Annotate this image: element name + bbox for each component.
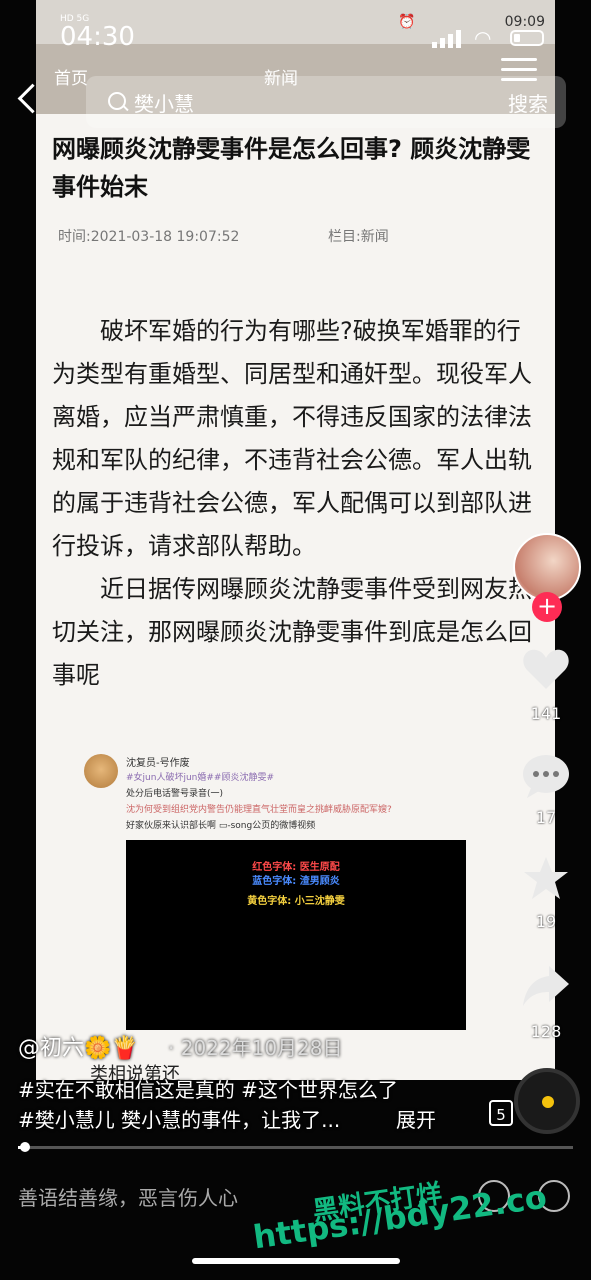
- search-bar[interactable]: 樊小慧 搜索: [86, 76, 566, 128]
- comment-icon[interactable]: [521, 752, 571, 800]
- post-avatar: [84, 754, 118, 788]
- caption-line[interactable]: #樊小慧儿 樊小慧的事件，让我了...: [18, 1104, 340, 1133]
- post-date: · 2022年10月28日: [168, 1036, 343, 1060]
- post-video: 红色字体: 医生原配 蓝色字体: 渣男顾炎 黄色字体: 小三沈静雯: [126, 840, 466, 1030]
- progress-handle[interactable]: [20, 1142, 30, 1152]
- battery-icon: [510, 30, 544, 46]
- share-icon[interactable]: [521, 962, 571, 1010]
- search-icon: [108, 92, 126, 110]
- expand-link[interactable]: 展开: [396, 1104, 436, 1133]
- share-count: 128: [530, 1022, 562, 1041]
- progress-bar[interactable]: [18, 1142, 573, 1152]
- favorite-count: 19: [535, 912, 557, 931]
- comment-count: 17: [535, 808, 557, 827]
- star-icon[interactable]: [521, 855, 571, 903]
- article-column: 栏目:新闻: [328, 229, 389, 245]
- music-disc-icon[interactable]: [514, 1068, 580, 1134]
- post-line: 沈为何受到组织党内警告仍能理直气壮堂而皇之挑衅威胁原配军嫂?: [126, 805, 392, 815]
- video-caption-red: 红色字体: 医生原配: [252, 862, 340, 873]
- article-paragraph: 破坏军婚的行为有哪些?破换军婚罪的行为类型有重婚型、同居型和通奸型。现役军人离婚…: [52, 317, 532, 560]
- caption-line[interactable]: #实在不敢相信这是真的 #这个世界怎么了: [18, 1074, 398, 1103]
- video-caption-blue: 蓝色字体: 渣男顾炎: [252, 876, 340, 887]
- article-title: 网曝顾炎沈静雯事件是怎么回事? 顾炎沈静雯事件始末: [52, 135, 531, 201]
- video-frame[interactable]: 09:09 首页 新闻 网曝顾炎沈静雯事件是怎么回事? 顾炎沈静雯事件始末 时间…: [0, 0, 591, 1280]
- home-indicator[interactable]: [192, 1258, 400, 1264]
- article-nav-home: 首页: [54, 69, 88, 89]
- article-meta: 时间:2021-03-18 19:07:52 栏目:新闻: [58, 226, 389, 246]
- search-button[interactable]: 搜索: [508, 88, 548, 117]
- post-line: 处分后电话警号录音(一): [126, 789, 224, 799]
- creator-avatar[interactable]: [513, 533, 581, 601]
- article-time: 时间:2021-03-18 19:07:52: [58, 229, 240, 245]
- author-name[interactable]: @初六🌼🍟: [18, 1030, 139, 1062]
- like-count: 141: [530, 704, 562, 723]
- post-line: 好家伙原来认识部长啊 ▭-song公页的微博视频: [126, 821, 316, 831]
- wifi-icon: ◠: [474, 26, 492, 50]
- signal-icon: [432, 30, 462, 48]
- article-status-time: 09:09: [504, 14, 545, 30]
- article-body: 破坏军婚的行为有哪些?破换军婚罪的行为类型有重婚型、同居型和通奸型。现役军人离婚…: [52, 310, 532, 697]
- post-hashtags: #女jun人破坏jun婚##顾炎沈静雯#: [126, 773, 274, 783]
- post-author: 沈复员-号作废: [126, 758, 190, 769]
- article-paragraph: 近日据传网曝顾炎沈静雯事件受到网友热切关注，那网曝顾炎沈静雯事件到底是怎么回事呢: [52, 575, 532, 689]
- follow-button[interactable]: +: [532, 592, 562, 622]
- search-input[interactable]: 樊小慧: [134, 88, 194, 117]
- video-caption-yellow: 黄色字体: 小三沈静雯: [247, 896, 345, 907]
- collection-count-badge[interactable]: 5: [489, 1100, 513, 1126]
- comment-input[interactable]: 善语结善缘，恶言伤人心: [18, 1182, 238, 1211]
- heart-icon[interactable]: [521, 645, 571, 693]
- status-time: 04:30: [60, 22, 135, 52]
- alarm-icon: ⏰: [398, 14, 416, 30]
- article-screenshot: 09:09 首页 新闻 网曝顾炎沈静雯事件是怎么回事? 顾炎沈静雯事件始末 时间…: [36, 0, 555, 1080]
